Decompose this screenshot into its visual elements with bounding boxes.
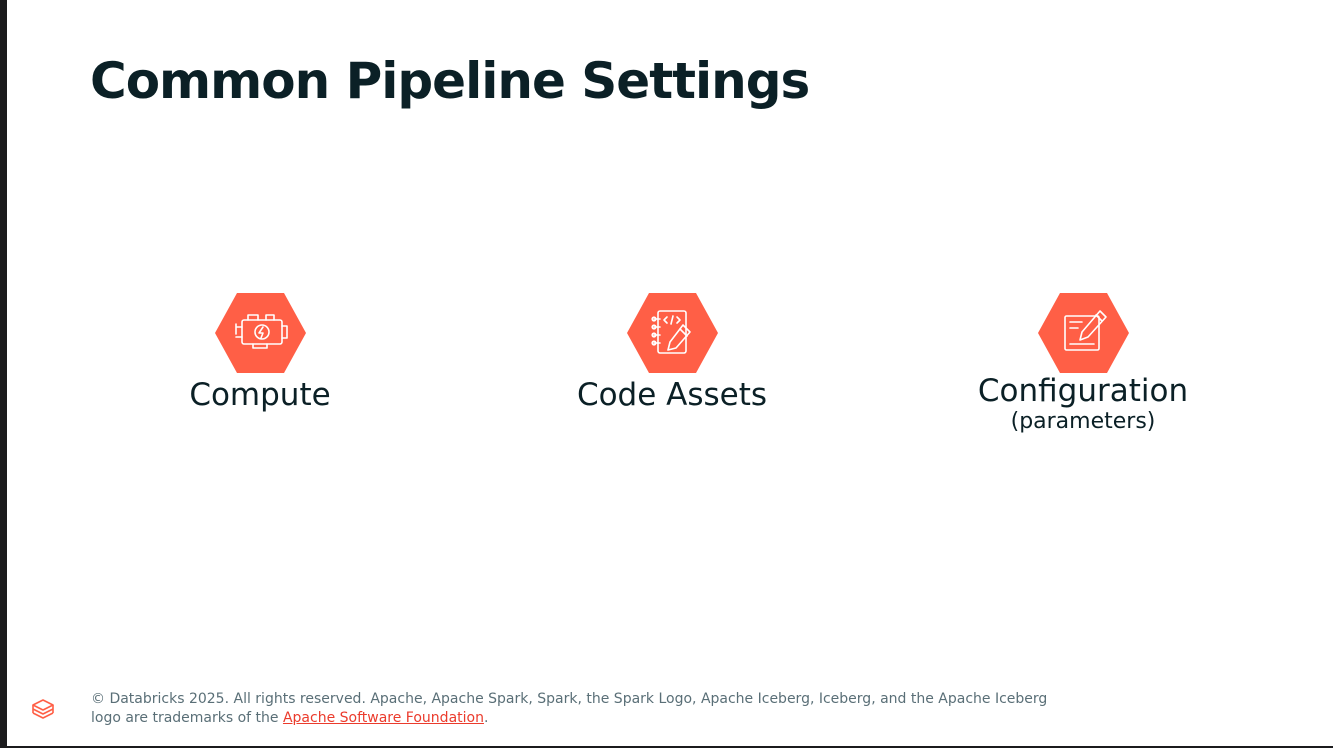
slide-title: Common Pipeline Settings bbox=[90, 52, 810, 110]
edit-form-icon bbox=[1037, 293, 1129, 373]
copyright-text: © Databricks 2025. All rights reserved. … bbox=[91, 691, 1048, 726]
footer-copyright: © Databricks 2025. All rights reserved. … bbox=[91, 690, 1051, 728]
configuration-item: Configuration (parameters) bbox=[933, 293, 1233, 435]
code-assets-item: Code Assets bbox=[522, 293, 822, 413]
compute-label: Compute bbox=[189, 377, 331, 413]
copyright-period: . bbox=[483, 710, 489, 726]
slide: Common Pipeline Settings Compute Code As… bbox=[7, 0, 1333, 746]
compute-item: Compute bbox=[110, 293, 410, 413]
configuration-sublabel: (parameters) bbox=[1010, 409, 1156, 434]
configuration-label: Configuration bbox=[977, 373, 1189, 409]
databricks-logo-icon bbox=[32, 699, 54, 719]
engine-icon bbox=[214, 293, 306, 373]
code-assets-label: Code Assets bbox=[576, 377, 768, 413]
code-notebook-icon bbox=[626, 293, 718, 373]
asf-link[interactable]: Apache Software Foundation bbox=[283, 710, 484, 726]
